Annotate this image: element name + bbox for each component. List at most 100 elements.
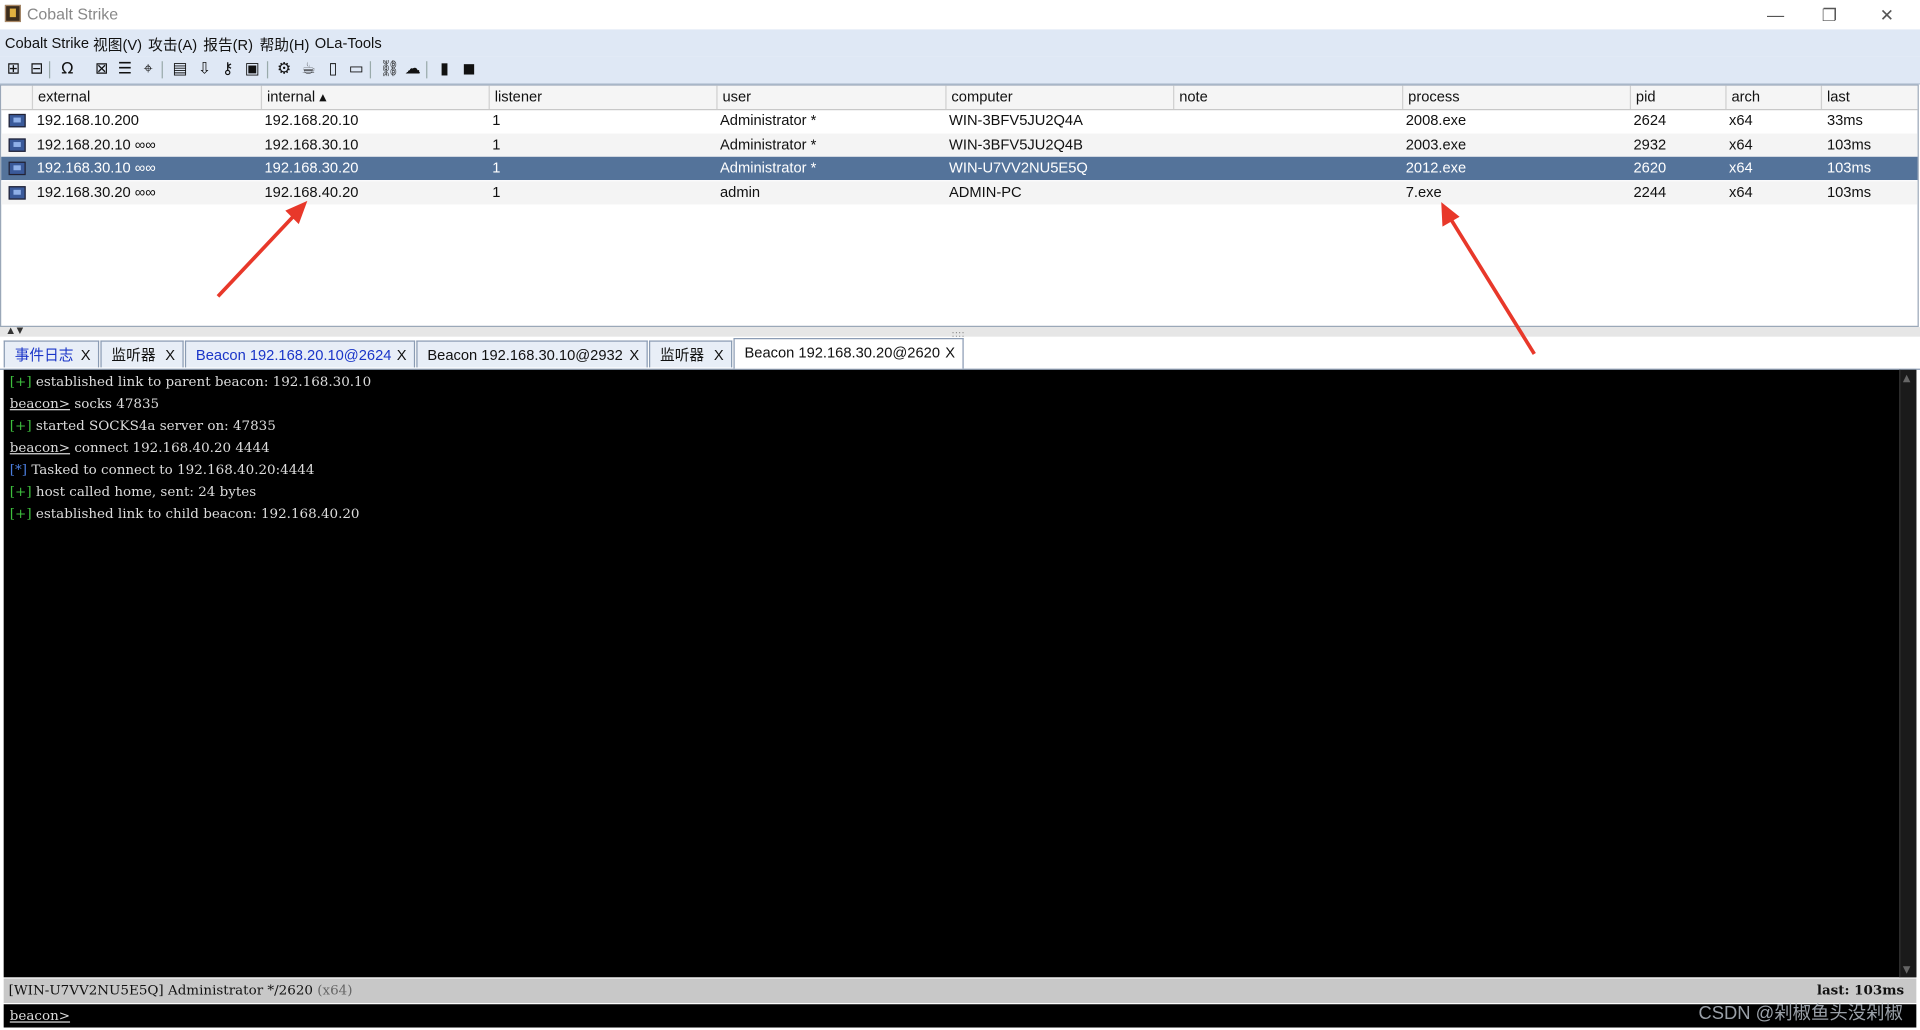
screenshots-image-icon[interactable]: ▣ [244,61,261,78]
cell-internal: 192.168.30.20 [264,159,359,177]
tab-event-log[interactable]: 事件日志 X [3,340,100,369]
toolbar: ⊞ ⊟ Ω ⊠ ☰ ⌖ ▤ ⇩ ⚷ ▣ ⚙ ☕ ▯ ▭ ⛓ ☁ ▮ ◼ [0,56,1920,85]
document-icon[interactable]: ▯ [324,61,341,78]
cell-pid: 2620 [1633,159,1667,177]
cell-internal: 192.168.20.10 [264,111,359,129]
session-computer-icon [8,138,26,152]
column-arch[interactable]: arch [1725,85,1822,109]
tab-close-button[interactable]: X [629,342,639,369]
tab-close-button[interactable]: X [165,342,175,369]
column-listener[interactable]: listener [488,85,718,109]
book-icon[interactable]: ▮ [436,61,453,78]
pivot-graph-icon[interactable]: ⊠ [93,61,110,78]
cell-arch: x64 [1728,111,1753,129]
status-arch: (x64) [312,982,353,999]
console-text: socks 47835 [70,395,160,412]
keystrokes-key-icon[interactable]: ⚷ [219,61,236,78]
window-title: Cobalt Strike [26,4,119,24]
column-external[interactable]: external [31,85,262,109]
cobalt-strike-window: Cobalt Strike — ❐ ✕ Cobalt Strike 视图(V) … [0,0,1920,1030]
cell-user: admin [720,183,761,201]
console-line: [*] Tasked to connect to 192.168.40.20:4… [10,462,315,478]
credentials-icon[interactable]: ▤ [171,61,188,78]
tab-close-button[interactable]: X [397,342,407,369]
downloads-icon[interactable]: ⇩ [196,61,213,78]
cell-arch: x64 [1728,159,1753,177]
cell-arch: x64 [1728,135,1753,153]
console-text: established link to child beacon: 192.16… [31,505,360,522]
cell-user: Administrator * [720,159,817,177]
cell-listener: 1 [492,159,501,177]
column-last[interactable]: last [1820,85,1919,109]
console-line: beacon> connect 192.168.40.20 4444 [10,440,270,456]
console-status-tag: [*] [9,461,28,478]
cell-last: 103ms [1826,183,1872,201]
command-prompt: beacon> [9,1007,71,1024]
column-computer[interactable]: computer [945,85,1174,109]
package-cube-icon[interactable]: ◼ [460,61,477,78]
cell-process: 2008.exe [1405,111,1467,129]
column-user[interactable]: user [716,85,946,109]
menu-attack[interactable]: 攻击(A) [148,34,197,55]
cell-arch: x64 [1728,183,1753,201]
tab-label: Beacon 192.168.30.10@2932 [427,346,623,364]
tab-beacon-192-168-30-20[interactable]: Beacon 192.168.30.20@2620 X [733,338,964,369]
toolbar-separator [426,61,428,79]
table-row[interactable]: 192.168.10.200 192.168.20.10 1 Administrato… [1,109,1917,132]
scroll-down-arrow[interactable]: ▼ [1903,964,1911,975]
console-text: established link to parent beacon: 192.1… [31,373,372,390]
tab-beacon-192-168-30-10[interactable]: Beacon 192.168.30.10@2932 X [416,340,648,369]
table-row[interactable]: 192.168.20.10 ∞∞ 192.168.30.10 1 Administra… [1,133,1918,157]
java-cup-icon[interactable]: ☕ [300,61,317,78]
scroll-up-arrow[interactable]: ▲ [1903,372,1911,383]
console-text: host called home, sent: 24 bytes [31,483,257,500]
menu-help[interactable]: 帮助(H) [260,34,310,55]
column-note[interactable]: note [1173,85,1403,109]
tab-beacon-192-168-20-10[interactable]: Beacon 192.168.20.10@2624 X [184,340,416,369]
toolbar-separator [369,61,372,79]
tab-label: 监听器 [660,346,705,364]
tab-close-button[interactable]: X [714,342,724,369]
menu-cobalt-strike[interactable]: Cobalt Strike [5,34,89,51]
cell-last: 103ms [1826,135,1872,153]
beacon-console-output[interactable]: ▲ ▼ [+] established link to parent beaco… [3,369,1917,978]
cell-computer: WIN-3BFV5JU2Q4A [948,111,1083,129]
cell-external: 192.168.30.20 ∞∞ [36,183,156,201]
console-line: [+] started SOCKS4a server on: 47835 [10,418,276,434]
menu-ola-tools[interactable]: OLa-Tools [315,34,382,51]
menu-view[interactable]: 视图(V) [93,34,142,55]
link-chain-icon[interactable]: ⛓ [380,61,400,78]
targets-crosshair-icon[interactable]: ⌖ [140,61,157,78]
column-internal[interactable]: internal ▴ [260,85,490,109]
cell-last: 33ms [1826,111,1863,129]
splitter-collapse-arrows[interactable]: ▲ ▼ [7,326,23,336]
beacon-command-input[interactable]: beacon> [3,1004,1917,1028]
console-scrollbar[interactable]: ▲ ▼ [1899,369,1917,978]
disconnect-icon[interactable]: ⊟ [28,61,45,78]
tab-listeners[interactable]: 监听器 X [100,340,184,369]
cell-external: 192.168.10.200 [36,111,139,129]
cell-listener: 1 [492,111,501,129]
column-process[interactable]: process [1402,85,1631,109]
listeners-headphones-icon[interactable]: Ω [59,61,76,78]
table-row[interactable]: 192.168.30.20 ∞∞ 192.168.40.20 1 admin ADMIN… [1,181,1918,205]
cell-last: 103ms [1826,159,1872,177]
tab-close-button[interactable]: X [945,339,955,366]
column-pid[interactable]: pid [1629,85,1727,109]
new-connection-icon[interactable]: ⊞ [5,61,22,78]
session-computer-icon [8,186,26,200]
session-table-icon[interactable]: ☰ [116,61,133,78]
menu-reporting[interactable]: 报告(R) [203,34,253,55]
script-console-icon[interactable]: ▭ [348,61,365,78]
table-row[interactable]: 192.168.30.10 ∞∞ 192.168.30.20 1 Administra… [1,157,1918,181]
payload-generator-gear-icon[interactable]: ⚙ [276,61,293,78]
cell-pid: 2624 [1633,111,1667,129]
tab-close-button[interactable]: X [81,342,91,369]
close-window-button[interactable]: ✕ [1859,0,1915,29]
pane-splitter[interactable]: ▲ ▼ :::: [0,326,1920,339]
tab-listeners-2[interactable]: 监听器 X [648,340,733,369]
cell-listener: 1 [492,183,501,201]
cloud-icon[interactable]: ☁ [404,61,421,78]
restore-button[interactable]: ❐ [1801,0,1857,29]
minimize-button[interactable]: — [1747,0,1803,29]
